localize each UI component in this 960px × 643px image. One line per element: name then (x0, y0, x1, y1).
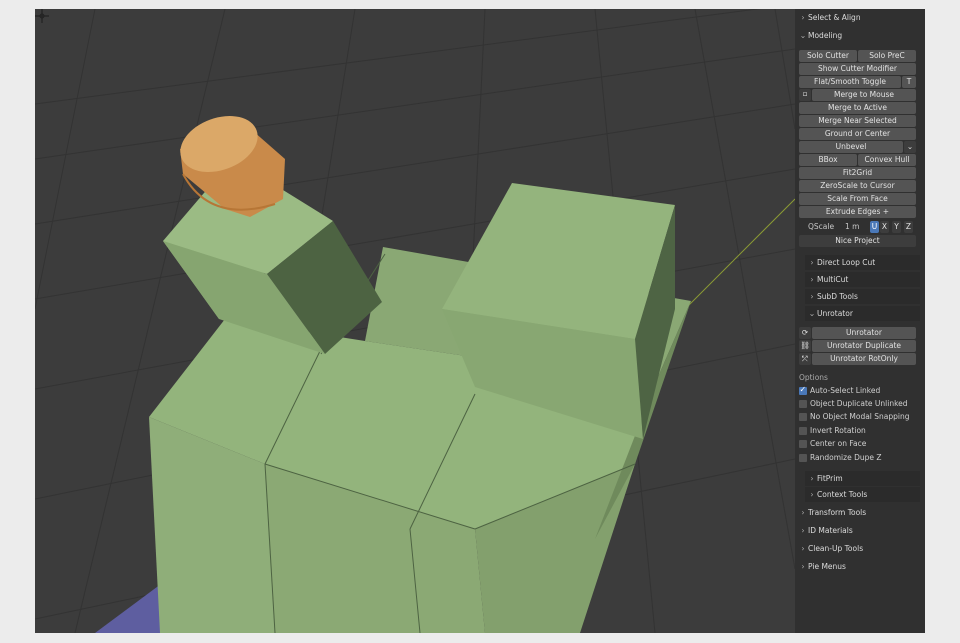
chevron-right-icon: › (810, 275, 814, 284)
chevron-right-icon: › (801, 13, 805, 22)
option-label: Object Duplicate Unlinked (810, 399, 908, 408)
option-label: Center on Face (810, 439, 867, 448)
t-button[interactable]: T (902, 76, 916, 88)
chevron-down-icon: ⌄ (799, 31, 807, 40)
chevron-down-icon: ⌄ (808, 309, 816, 318)
chevron-right-icon: › (810, 292, 814, 301)
chevron-right-icon: › (801, 544, 805, 553)
merge-mouse-icon[interactable]: ⌑ (799, 89, 811, 101)
subsection-unrotator[interactable]: ⌄ Unrotator (805, 306, 920, 321)
invert-rotation-checkbox[interactable] (799, 427, 807, 435)
section-pie-menus[interactable]: › Pie Menus (795, 559, 925, 575)
qscale-value[interactable]: 1 m (845, 221, 859, 233)
qscale-label: QScale (808, 222, 835, 231)
center-on-face-checkbox[interactable] (799, 440, 807, 448)
solo-cutter-button[interactable]: Solo Cutter (799, 50, 857, 62)
section-label: ID Materials (808, 526, 853, 535)
options-title: Options (799, 373, 828, 382)
bbox-button[interactable]: BBox (799, 154, 857, 166)
section-label: Select & Align (808, 13, 861, 22)
chevron-right-icon: › (801, 562, 805, 571)
ground-or-center-button[interactable]: Ground or Center (799, 128, 916, 140)
zeroscale-to-cursor-button[interactable]: ZeroScale to Cursor (799, 180, 916, 192)
subsection-label: SubD Tools (817, 292, 858, 301)
subsection-subd-tools[interactable]: › SubD Tools (805, 289, 920, 304)
extrude-edges-button[interactable]: Extrude Edges + (799, 206, 916, 218)
link-icon: ⛓ (799, 340, 811, 352)
subsection-label: Unrotator (817, 309, 853, 318)
crosshair-cursor-icon (35, 9, 49, 23)
subsection-label: MultiCut (817, 275, 849, 284)
app-window: › Select & Align ⌄ Modeling Solo Cutter So… (35, 9, 925, 633)
convex-hull-button[interactable]: Convex Hull (858, 154, 916, 166)
sidebar-panel: › Select & Align ⌄ Modeling Solo Cutter So… (795, 9, 925, 633)
section-modeling[interactable]: ⌄ Modeling (795, 28, 925, 44)
unrotator-icon: ⟳ (799, 327, 811, 339)
chevron-right-icon: › (801, 526, 805, 535)
unrotator-rotonly-button[interactable]: Unrotator RotOnly (812, 353, 916, 365)
subsection-label: FitPrim (817, 474, 843, 483)
option-label: Auto-Select Linked (810, 386, 881, 395)
unbevel-dropdown-icon[interactable]: ⌄ (904, 141, 916, 153)
section-label: Modeling (808, 31, 843, 40)
object-duplicate-unlinked-checkbox[interactable] (799, 400, 807, 408)
chevron-right-icon: › (810, 490, 814, 499)
subsection-direct-loop-cut[interactable]: › Direct Loop Cut (805, 255, 920, 270)
subsection-multicut[interactable]: › MultiCut (805, 272, 920, 287)
merge-near-selected-button[interactable]: Merge Near Selected (799, 115, 916, 127)
unbevel-button[interactable]: Unbevel (799, 141, 903, 153)
subsection-label: Context Tools (817, 490, 868, 499)
section-transform-tools[interactable]: › Transform Tools (795, 505, 925, 521)
subsection-fitprim[interactable]: › FitPrim (805, 471, 920, 486)
fit2grid-button[interactable]: Fit2Grid (799, 167, 916, 179)
no-object-modal-snapping-checkbox[interactable] (799, 413, 807, 421)
merge-to-mouse-button[interactable]: Merge to Mouse (812, 89, 916, 101)
chevron-right-icon: › (810, 474, 814, 483)
option-label: Invert Rotation (810, 426, 866, 435)
3d-viewport[interactable] (35, 9, 795, 633)
rotate-only-icon: ⤱ (799, 353, 811, 365)
section-clean-up-tools[interactable]: › Clean-Up Tools (795, 541, 925, 557)
unrotator-button[interactable]: Unrotator (812, 327, 916, 339)
subsection-label: Direct Loop Cut (817, 258, 876, 267)
nice-project-button[interactable]: Nice Project (799, 235, 916, 247)
section-label: Transform Tools (808, 508, 867, 517)
option-label: Randomize Dupe Z (810, 453, 882, 462)
subsection-context-tools[interactable]: › Context Tools (805, 487, 920, 502)
axis-u-button[interactable]: U (870, 221, 879, 233)
section-select-align[interactable]: › Select & Align (795, 10, 925, 26)
show-cutter-modifier-button[interactable]: Show Cutter Modifier (799, 63, 916, 75)
solo-prec-button[interactable]: Solo PreC (858, 50, 916, 62)
axis-z-button[interactable]: Z (904, 221, 913, 233)
section-id-materials[interactable]: › ID Materials (795, 523, 925, 539)
randomize-dupe-z-checkbox[interactable] (799, 454, 807, 462)
merge-to-active-button[interactable]: Merge to Active (799, 102, 916, 114)
section-label: Clean-Up Tools (808, 544, 864, 553)
auto-select-linked-checkbox[interactable] (799, 385, 807, 395)
axis-y-button[interactable]: Y (892, 221, 901, 233)
chevron-right-icon: › (810, 258, 814, 267)
section-label: Pie Menus (808, 562, 846, 571)
option-label: No Object Modal Snapping (810, 412, 910, 421)
scale-from-face-button[interactable]: Scale From Face (799, 193, 916, 205)
axis-x-button[interactable]: X (880, 221, 889, 233)
unrotator-duplicate-button[interactable]: Unrotator Duplicate (812, 340, 916, 352)
flat-smooth-toggle-button[interactable]: Flat/Smooth Toggle (799, 76, 901, 88)
chevron-right-icon: › (801, 508, 805, 517)
viewport-scene (35, 9, 795, 633)
